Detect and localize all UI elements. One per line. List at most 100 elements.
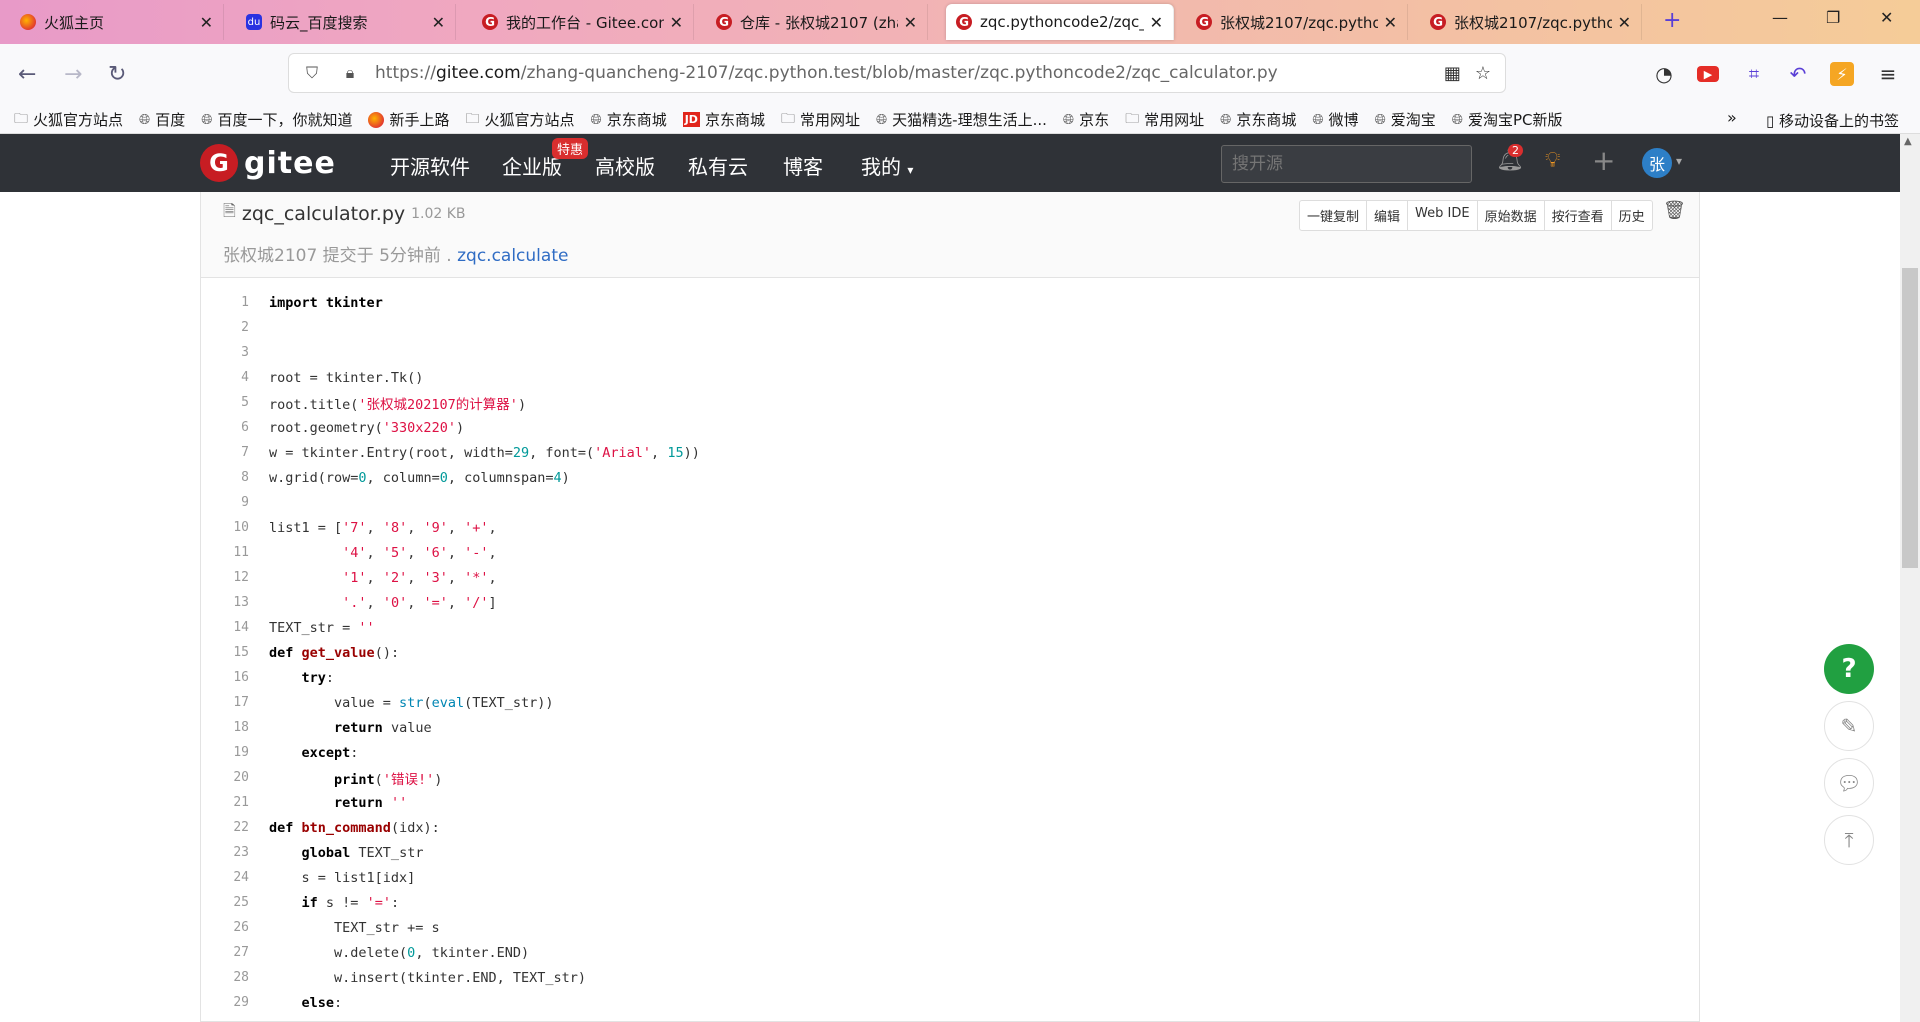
- bookmark-item[interactable]: 🗀 火狐官方站点: [14, 108, 123, 132]
- avatar-caret-icon[interactable]: ▾: [1676, 154, 1682, 168]
- qr-code-icon[interactable]: ▦: [1444, 63, 1461, 84]
- bookmark-item[interactable]: 🌐︎ 微博: [1312, 109, 1358, 130]
- bookmark-item[interactable]: 🌐︎ 爱淘宝: [1375, 109, 1436, 130]
- avatar[interactable]: 张: [1642, 148, 1672, 178]
- history-button[interactable]: 历史: [1612, 201, 1652, 230]
- bookmark-item[interactable]: 🌐︎ 京东商城: [590, 109, 666, 130]
- line-number[interactable]: 27: [201, 945, 249, 960]
- line-number[interactable]: 26: [201, 920, 249, 935]
- video-icon[interactable]: ▶: [1697, 66, 1719, 82]
- line-number[interactable]: 17: [201, 695, 249, 710]
- back-to-top-icon[interactable]: ⤒: [1824, 815, 1874, 865]
- lock-icon[interactable]: 🔒︎: [335, 63, 365, 83]
- tab-gitee-repos[interactable]: G 仓库 - 张权城2107 (zhan ✕: [706, 4, 928, 40]
- address-bar[interactable]: ⛉ 🔒︎ https://gitee.com/zhang-quancheng-2…: [288, 53, 1506, 93]
- bookmark-item[interactable]: 🗀 火狐官方站点: [465, 108, 574, 132]
- close-tab-icon[interactable]: ✕: [432, 13, 445, 32]
- bookmark-item[interactable]: 🌐︎ 京东: [1063, 109, 1109, 130]
- bookmark-item[interactable]: JD 京东商城: [682, 109, 765, 130]
- close-tab-icon[interactable]: ✕: [904, 13, 917, 32]
- line-number[interactable]: 28: [201, 970, 249, 985]
- bookmark-item[interactable]: 🌐︎ 天猫精选-理想生活上...: [876, 109, 1047, 130]
- line-number[interactable]: 10: [201, 520, 249, 535]
- close-window-icon[interactable]: ✕: [1880, 8, 1893, 27]
- url-text[interactable]: https://gitee.com/zhang-quancheng-2107/z…: [375, 63, 1444, 83]
- line-number[interactable]: 24: [201, 870, 249, 885]
- mobile-bookmarks[interactable]: ▯ 移动设备上的书签: [1766, 110, 1899, 131]
- tab-baidu-search[interactable]: du 码云_百度搜索 ✕: [236, 4, 456, 40]
- more-bookmarks-icon[interactable]: »: [1727, 108, 1737, 127]
- close-tab-icon[interactable]: ✕: [200, 13, 213, 32]
- lightbulb-icon[interactable]: 💡︎: [1545, 148, 1560, 173]
- line-number[interactable]: 21: [201, 795, 249, 810]
- gitee-logo[interactable]: G gitee: [200, 144, 336, 182]
- tab-active-file[interactable]: G zqc.pythoncode2/zqc_c ✕: [946, 4, 1174, 40]
- line-number[interactable]: 29: [201, 995, 249, 1010]
- nav-university[interactable]: 高校版: [595, 151, 655, 180]
- bookmark-item[interactable]: 新手上路: [368, 109, 449, 130]
- raw-button[interactable]: 原始数据: [1478, 201, 1545, 230]
- bookmark-item[interactable]: 🌐︎ 京东商城: [1220, 109, 1296, 130]
- scroll-up-icon[interactable]: ▲: [1904, 136, 1912, 147]
- bookmark-item[interactable]: 🗀 常用网址: [1125, 108, 1204, 132]
- line-number[interactable]: 5: [201, 395, 249, 410]
- tab-gitee-repo-b[interactable]: G 张权城2107/zqc.python ✕: [1420, 4, 1642, 40]
- line-number[interactable]: 2: [201, 320, 249, 335]
- undo-icon[interactable]: ↶: [1786, 62, 1810, 86]
- restore-icon[interactable]: ❐: [1826, 8, 1840, 27]
- edit-button[interactable]: 编辑: [1367, 201, 1409, 230]
- bookmark-item[interactable]: 🌐︎ 爱淘宝PC新版: [1452, 109, 1563, 130]
- search-input[interactable]: [1221, 145, 1472, 183]
- line-number[interactable]: 22: [201, 820, 249, 835]
- close-tab-icon[interactable]: ✕: [1618, 13, 1631, 32]
- line-number[interactable]: 9: [201, 495, 249, 510]
- line-number[interactable]: 12: [201, 570, 249, 585]
- bookmark-item[interactable]: 🗀 常用网址: [781, 108, 860, 132]
- menu-icon[interactable]: ≡: [1876, 62, 1900, 86]
- scrollbar-thumb[interactable]: [1902, 268, 1918, 568]
- nav-blog[interactable]: 博客: [783, 151, 823, 180]
- close-tab-icon[interactable]: ✕: [1150, 13, 1163, 32]
- line-number[interactable]: 3: [201, 345, 249, 360]
- line-number[interactable]: 23: [201, 845, 249, 860]
- new-tab-icon[interactable]: +: [1663, 8, 1681, 33]
- nav-mine[interactable]: 我的 ▾: [861, 151, 913, 180]
- bookmark-item[interactable]: 🌐︎ 百度: [139, 109, 185, 130]
- plus-icon[interactable]: +: [1592, 144, 1615, 177]
- web-ide-button[interactable]: Web IDE: [1408, 201, 1478, 230]
- line-number[interactable]: 6: [201, 420, 249, 435]
- forward-icon[interactable]: →: [64, 62, 82, 87]
- commit-link[interactable]: zqc.calculate: [457, 246, 568, 266]
- line-number[interactable]: 13: [201, 595, 249, 610]
- line-number[interactable]: 14: [201, 620, 249, 635]
- minimize-icon[interactable]: —: [1772, 8, 1788, 27]
- close-tab-icon[interactable]: ✕: [1384, 13, 1397, 32]
- trash-icon[interactable]: 🗑︎: [1663, 200, 1686, 221]
- nav-open-source[interactable]: 开源软件: [390, 151, 470, 180]
- line-number[interactable]: 18: [201, 720, 249, 735]
- tab-gitee-workbench[interactable]: G 我的工作台 - Gitee.com ✕: [472, 4, 694, 40]
- line-number[interactable]: 16: [201, 670, 249, 685]
- line-number[interactable]: 1: [201, 295, 249, 310]
- bookmark-item[interactable]: 🌐︎ 百度一下，你就知道: [201, 109, 352, 130]
- tab-firefox-home[interactable]: 火狐主页 ✕: [10, 4, 224, 40]
- chat-icon[interactable]: 💬︎: [1824, 758, 1874, 808]
- line-number[interactable]: 4: [201, 370, 249, 385]
- line-number[interactable]: 15: [201, 645, 249, 660]
- timer-icon[interactable]: ◔: [1652, 62, 1676, 86]
- feedback-edit-icon[interactable]: ✎: [1824, 701, 1874, 751]
- shield-icon[interactable]: ⛉: [297, 63, 327, 83]
- close-tab-icon[interactable]: ✕: [670, 13, 683, 32]
- help-button[interactable]: ?: [1824, 644, 1874, 694]
- bookmark-star-icon[interactable]: ☆: [1475, 63, 1491, 84]
- tab-gitee-repo-a[interactable]: G 张权城2107/zqc.python ✕: [1186, 4, 1408, 40]
- back-icon[interactable]: ←: [18, 62, 36, 87]
- copy-all-button[interactable]: 一键复制: [1300, 201, 1368, 230]
- line-number[interactable]: 19: [201, 745, 249, 760]
- line-number[interactable]: 7: [201, 445, 249, 460]
- blame-button[interactable]: 按行查看: [1545, 201, 1612, 230]
- line-number[interactable]: 25: [201, 895, 249, 910]
- extension-icon[interactable]: ⚡: [1830, 62, 1854, 86]
- reload-icon[interactable]: ↻: [108, 62, 126, 87]
- crop-icon[interactable]: ⌗: [1742, 62, 1766, 86]
